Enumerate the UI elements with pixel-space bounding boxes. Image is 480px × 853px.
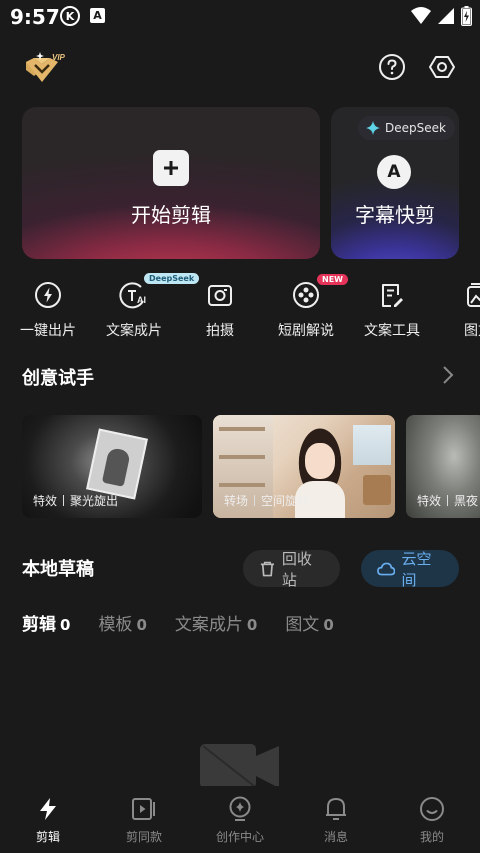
vip-logo-icon[interactable]: VIP <box>22 48 70 88</box>
text-ai-icon: AI <box>119 282 146 309</box>
tab-count: 0 <box>136 616 147 634</box>
subtitle-edit-label: 字幕快剪 <box>355 203 435 227</box>
status-bar: 9:57 K A <box>0 0 480 34</box>
nav-label: 剪同款 <box>125 830 162 844</box>
tool-label: 图文 <box>464 323 480 339</box>
creative-type: 特效 <box>417 494 442 508</box>
settings-button[interactable] <box>427 52 457 82</box>
tool-label: 文案成片 <box>106 323 162 339</box>
doc-edit-icon <box>382 284 403 307</box>
cloud-space-label: 云空间 <box>401 549 432 589</box>
tab-count: 0 <box>323 616 334 634</box>
status-time: 9:57 <box>10 5 60 29</box>
tab-edit[interactable]: 剪辑 0 <box>22 610 70 635</box>
smiley-icon <box>420 797 444 821</box>
empty-video-icon <box>199 742 281 788</box>
tool-image-text[interactable]: 图文 <box>440 280 480 340</box>
bell-icon <box>326 798 346 820</box>
new-badge: NEW <box>317 274 348 285</box>
question-icon <box>379 54 405 80</box>
creative-tag: 转场 空间旋转 <box>224 492 309 509</box>
svg-text:VIP: VIP <box>52 53 66 62</box>
chevron-right-icon <box>443 366 454 384</box>
tab-label: 图文 <box>285 615 320 635</box>
a-app-icon: A <box>90 8 105 23</box>
gear-icon <box>429 56 455 78</box>
creative-card[interactable]: 特效 聚光旋出 <box>22 415 202 518</box>
creative-name: 聚光旋出 <box>70 494 119 508</box>
draft-tabs: 剪辑 0 模板 0 文案成片 0 图文 0 <box>22 610 334 635</box>
nav-edit[interactable]: 剪辑 <box>0 796 96 845</box>
tab-label: 模板 <box>98 615 133 635</box>
tab-label: 文案成片 <box>174 615 243 635</box>
tab-text-video[interactable]: 文案成片 0 <box>175 610 257 635</box>
trash-icon <box>260 561 274 576</box>
subtitle-edit-card[interactable]: DeepSeek A 字幕快剪 <box>331 107 459 259</box>
tool-one-click[interactable]: 一键出片 <box>10 280 86 340</box>
tool-label: 短剧解说 <box>278 323 334 339</box>
creative-tag: 特效 黑夜 <box>417 492 478 509</box>
deepseek-badge-label: DeepSeek <box>385 121 446 135</box>
film-reel-icon <box>293 282 319 308</box>
tool-label: 一键出片 <box>20 323 76 339</box>
plus-icon <box>153 150 189 186</box>
tab-template[interactable]: 模板 0 <box>98 610 146 635</box>
nav-messages[interactable]: 消息 <box>288 796 384 845</box>
creative-type: 特效 <box>33 494 58 508</box>
tool-drama-commentary[interactable]: 短剧解说 <box>268 280 344 340</box>
k-app-icon: K <box>60 6 80 26</box>
lightning-nav-icon <box>40 798 56 820</box>
nav-label: 创作中心 <box>215 830 264 844</box>
tool-shoot[interactable]: 拍摄 <box>182 280 258 340</box>
nav-label: 剪辑 <box>35 830 60 844</box>
creative-more-button[interactable] <box>440 364 456 390</box>
recycle-bin-button[interactable]: 回收站 <box>243 549 340 589</box>
cloud-space-button[interactable]: 云空间 <box>361 549 459 589</box>
tab-image-text[interactable]: 图文 0 <box>285 610 333 635</box>
tab-count: 0 <box>246 616 258 634</box>
battery-icon <box>461 6 472 26</box>
tool-label: 文案工具 <box>364 323 420 339</box>
wifi-icon <box>411 7 431 24</box>
tool-text-to-video[interactable]: AI 文案成片 <box>96 280 172 340</box>
subtitle-a-icon: A <box>377 155 411 189</box>
svg-text:AI: AI <box>137 295 146 305</box>
drafts-section-title: 本地草稿 <box>22 559 94 580</box>
tool-copywriting[interactable]: 文案工具 <box>354 280 430 340</box>
sparkle-icon <box>366 121 380 135</box>
nav-creator-center[interactable]: 创作中心 <box>192 796 288 845</box>
start-edit-label: 开始剪辑 <box>131 203 211 227</box>
status-indicators <box>411 6 472 26</box>
camera-icon <box>208 285 232 306</box>
tab-count: 0 <box>60 616 71 634</box>
cloud-icon <box>377 562 396 575</box>
creative-card[interactable]: 特效 黑夜 <box>406 415 480 518</box>
nav-label: 我的 <box>419 830 444 844</box>
video-play-icon <box>132 798 155 820</box>
lightning-icon <box>35 282 61 308</box>
creative-tag: 特效 聚光旋出 <box>33 492 118 509</box>
deepseek-badge: DeepSeek <box>358 116 455 140</box>
creative-card[interactable]: 转场 空间旋转 <box>213 415 395 518</box>
nav-profile[interactable]: 我的 <box>384 796 480 845</box>
creative-name: 黑夜 <box>454 494 479 508</box>
bulb-icon <box>229 796 251 821</box>
creative-name: 空间旋转 <box>261 494 310 508</box>
bottom-nav: 剪辑 剪同款 创作中心 消息 我的 <box>0 786 480 853</box>
signal-icon <box>438 8 454 24</box>
creative-section-title: 创意试手 <box>22 368 94 389</box>
nav-template[interactable]: 剪同款 <box>96 796 192 845</box>
start-edit-card[interactable]: 开始剪辑 <box>22 107 320 259</box>
image-text-icon <box>467 283 480 307</box>
recycle-bin-label: 回收站 <box>281 549 312 589</box>
tab-label: 剪辑 <box>22 615 56 635</box>
help-button[interactable] <box>377 52 407 82</box>
creative-type: 转场 <box>224 494 249 508</box>
spotlight-photo <box>86 428 148 500</box>
tool-label: 拍摄 <box>206 323 234 339</box>
person-face <box>305 443 335 479</box>
nav-label: 消息 <box>323 830 348 844</box>
